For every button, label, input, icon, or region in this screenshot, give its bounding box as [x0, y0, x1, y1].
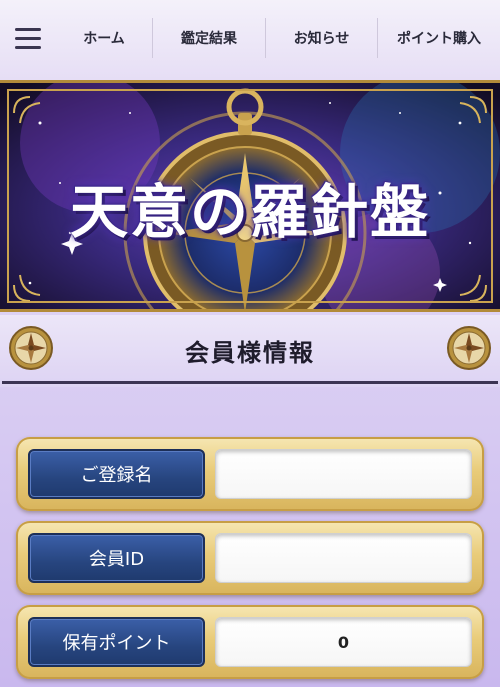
nav-item-home[interactable]: ホーム [56, 18, 152, 58]
hamburger-menu-icon[interactable] [0, 0, 56, 80]
hero-banner: 天意の羅針盤 [0, 80, 500, 312]
registered-name-value [215, 449, 472, 499]
field-row-member-id: 会員ID [16, 521, 484, 595]
nav-item-news[interactable]: お知らせ [265, 18, 377, 58]
field-row-points: 保有ポイント 0 [16, 605, 484, 679]
nav-menu: ホーム 鑑定結果 お知らせ ポイント購入 [56, 0, 500, 80]
registered-name-label: ご登録名 [28, 449, 205, 499]
section-divider [2, 381, 498, 384]
field-row-registered-name: ご登録名 [16, 437, 484, 511]
nav-item-buy-points[interactable]: ポイント購入 [377, 18, 500, 58]
top-navigation: ホーム 鑑定結果 お知らせ ポイント購入 [0, 0, 500, 80]
member-info-header: 会員様情報 [0, 315, 500, 387]
points-label: 保有ポイント [28, 617, 205, 667]
points-value: 0 [215, 617, 472, 667]
site-logo-title: 天意の羅針盤 [69, 178, 430, 246]
nav-item-results[interactable]: 鑑定結果 [152, 18, 265, 58]
compass-icon [447, 326, 491, 370]
page-title: 会員様情報 [185, 339, 315, 367]
member-id-value [215, 533, 472, 583]
member-id-label: 会員ID [28, 533, 205, 583]
